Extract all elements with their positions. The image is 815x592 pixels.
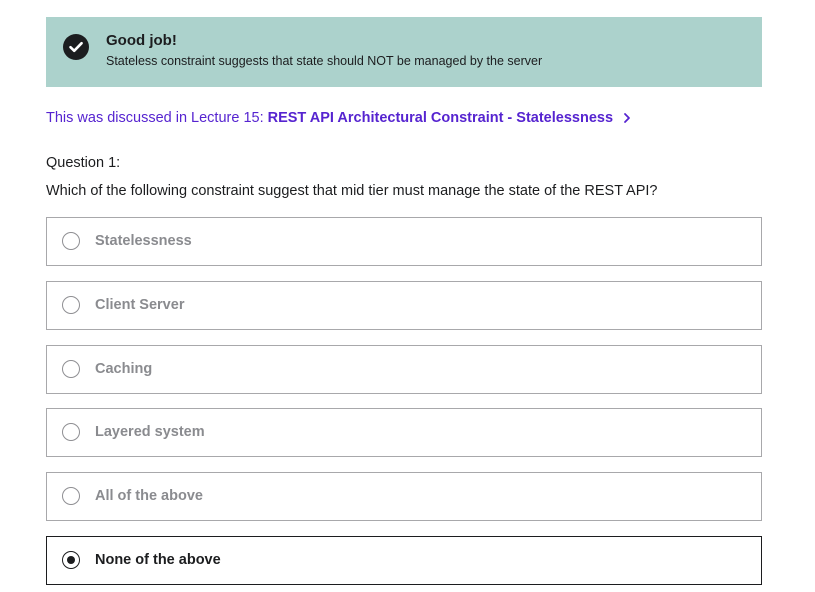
- check-circle-icon: [63, 34, 89, 60]
- feedback-message: Stateless constraint suggests that state…: [106, 54, 543, 68]
- answer-option[interactable]: Client Server: [46, 281, 762, 330]
- lecture-link[interactable]: This was discussed in Lecture 15: REST A…: [46, 110, 632, 126]
- radio-button[interactable]: [62, 423, 80, 441]
- answer-option[interactable]: All of the above: [46, 472, 762, 521]
- lecture-link-prefix: This was discussed in Lecture 15:: [46, 110, 264, 126]
- answer-option-label: Client Server: [95, 297, 185, 313]
- answer-option-label: None of the above: [95, 552, 221, 568]
- answer-option-label: All of the above: [95, 488, 203, 504]
- chevron-right-icon: [622, 112, 632, 124]
- answer-option[interactable]: Layered system: [46, 408, 762, 457]
- radio-button-selected[interactable]: [62, 551, 80, 569]
- question-text: Which of the following constraint sugges…: [46, 183, 658, 199]
- answer-option[interactable]: Caching: [46, 345, 762, 394]
- feedback-title: Good job!: [106, 32, 177, 49]
- radio-dot: [66, 555, 75, 564]
- radio-button[interactable]: [62, 296, 80, 314]
- answer-option-label: Layered system: [95, 424, 205, 440]
- lecture-link-title[interactable]: REST API Architectural Constraint - Stat…: [268, 110, 613, 126]
- answer-option[interactable]: Statelessness: [46, 217, 762, 266]
- answer-option-label: Statelessness: [95, 233, 192, 249]
- feedback-alert: Good job! Stateless constraint suggests …: [46, 17, 762, 87]
- radio-button[interactable]: [62, 487, 80, 505]
- answer-option-selected[interactable]: None of the above: [46, 536, 762, 585]
- radio-button[interactable]: [62, 360, 80, 378]
- radio-button[interactable]: [62, 232, 80, 250]
- answer-option-label: Caching: [95, 361, 153, 377]
- question-number: Question 1:: [46, 155, 121, 171]
